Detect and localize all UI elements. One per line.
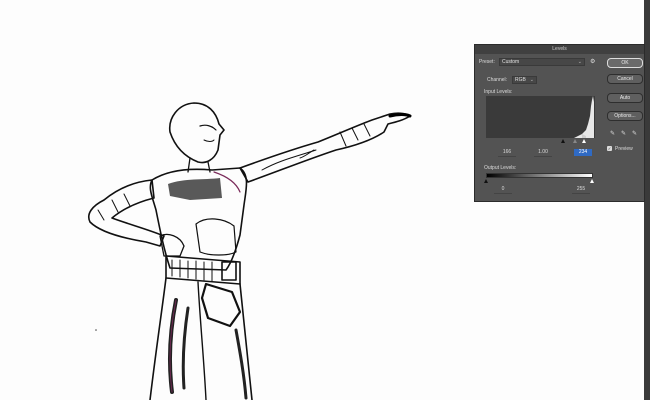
chevron-down-icon: ⌄ (577, 59, 582, 65)
chevron-down-icon: ⌄ (529, 77, 534, 83)
checkmark-icon: ✓ (607, 146, 612, 151)
channel-label: Channel: (487, 77, 508, 83)
white-eyedropper-icon[interactable]: ✎ (632, 131, 637, 137)
output-white-slider[interactable] (590, 179, 594, 183)
cancel-button[interactable]: Cancel (607, 74, 643, 84)
input-white-field[interactable]: 234 (574, 149, 592, 156)
preview-label: Preview (615, 146, 633, 152)
dialog-title: Levels (552, 46, 567, 52)
preset-label: Preset: (479, 59, 495, 65)
input-gamma-field[interactable]: 1.00 (534, 149, 552, 157)
gear-icon[interactable]: ⚙ (590, 59, 595, 65)
preset-value: Custom (502, 59, 520, 65)
black-eyedropper-icon[interactable]: ✎ (610, 131, 615, 137)
input-black-slider[interactable] (561, 139, 565, 143)
input-gamma-slider[interactable] (573, 139, 577, 143)
output-levels-label: Output Levels: (484, 165, 517, 171)
preset-dropdown[interactable]: Custom ⌄ (499, 58, 585, 66)
channel-value: RGB (515, 77, 526, 83)
output-black-slider[interactable] (484, 179, 488, 183)
options-button[interactable]: Options... (607, 111, 643, 121)
levels-dialog: Levels Preset: Custom ⌄ ⚙ Channel: RGB ⌄… (474, 44, 645, 202)
auto-button[interactable]: Auto (607, 93, 643, 103)
channel-dropdown[interactable]: RGB ⌄ (512, 76, 537, 84)
output-white-field[interactable]: 255 (572, 186, 590, 194)
ok-button[interactable]: OK (607, 58, 643, 68)
gray-eyedropper-icon[interactable]: ✎ (621, 131, 626, 137)
histogram-graph (574, 96, 594, 138)
input-levels-label: Input Levels: (484, 89, 513, 95)
dialog-titlebar[interactable]: Levels (475, 45, 644, 54)
input-white-slider[interactable] (582, 139, 586, 143)
input-black-field[interactable]: 166 (498, 149, 516, 157)
output-gradient (486, 173, 593, 178)
output-black-field[interactable]: 0 (494, 186, 512, 194)
preview-checkbox[interactable]: ✓ (607, 146, 612, 151)
histogram (486, 96, 595, 138)
